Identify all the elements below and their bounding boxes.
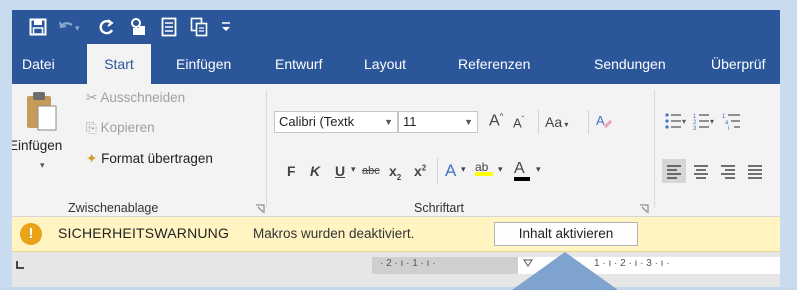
font-size-value: 11 [403, 114, 417, 129]
align-right-icon[interactable] [716, 159, 740, 188]
group-separator [654, 90, 655, 208]
paste-label: Einfügen [12, 138, 63, 153]
customize-icon[interactable] [218, 15, 234, 39]
subscript-icon: x [389, 163, 397, 179]
chevron-down-icon: ▼ [384, 117, 393, 127]
svg-text:A: A [596, 113, 605, 128]
chevron-down-icon: ▼ [464, 117, 473, 127]
superscript-button[interactable]: x2 [414, 163, 426, 179]
clear-formatting-icon[interactable]: A [595, 112, 613, 135]
font-color-button[interactable]: A [514, 160, 530, 181]
multilevel-list-icon[interactable]: 1ai [722, 112, 744, 135]
font-name-combo[interactable]: Calibri (Textk ▼ [274, 111, 398, 133]
font-color-icon: A [514, 160, 525, 177]
strikethrough-button[interactable]: abc [362, 165, 380, 177]
svg-text:▾: ▾ [75, 23, 80, 33]
svg-text:i: i [728, 126, 729, 130]
shrink-font-button[interactable]: Aˇ [513, 115, 524, 130]
italic-button[interactable]: K [310, 163, 320, 179]
svg-text:▾: ▾ [682, 117, 686, 126]
highlight-dropdown-icon[interactable]: ▾ [498, 164, 503, 175]
clipboard-launcher-icon[interactable] [255, 204, 265, 214]
ruler-left-ticks: · 2 · ı · 1 · ı · [380, 258, 436, 269]
redo-icon[interactable] [94, 15, 118, 39]
change-case-icon: Aa [545, 114, 563, 130]
text-effects-dropdown-icon[interactable]: ▾ [461, 164, 466, 175]
copy-button[interactable]: ⎘ Kopieren [86, 120, 155, 136]
copy-icon: ⎘ [86, 120, 97, 135]
ribbon: Einfügen ▾ ✂ Ausschneiden ⎘ Kopieren ✦ F… [12, 84, 780, 217]
quick-access-toolbar: ▾ [12, 10, 780, 44]
grow-font-icon: A [489, 112, 500, 130]
change-case-button[interactable]: Aa ▾ [545, 114, 568, 130]
format-painter-button[interactable]: ✦ Format übertragen [86, 151, 213, 167]
clipboard-icon [24, 90, 58, 139]
subscript-button[interactable]: x2 [389, 163, 401, 182]
copy-format-icon[interactable] [188, 15, 210, 39]
document-icon[interactable] [158, 15, 180, 39]
copy-label: Kopieren [100, 120, 155, 135]
cut-label: Ausschneiden [100, 90, 186, 105]
enable-content-button[interactable]: Inhalt aktivieren [494, 222, 638, 246]
font-group-label: Schriftart [414, 201, 465, 215]
paste-button[interactable]: Einfügen ▾ [12, 88, 74, 196]
format-painter-label: Format übertragen [101, 151, 213, 166]
bold-button[interactable]: F [287, 163, 296, 179]
font-color-dropdown-icon[interactable]: ▾ [536, 164, 541, 175]
font-name-value: Calibri (Textk [279, 114, 355, 129]
divider [437, 158, 438, 184]
undo-icon[interactable]: ▾ [56, 15, 86, 39]
font-color-bar [514, 177, 530, 181]
superscript-icon: x [414, 163, 422, 179]
tab-datei[interactable]: Datei [22, 44, 55, 84]
highlight-icon: ab [475, 160, 489, 174]
grow-font-button[interactable]: A^ [489, 112, 503, 130]
underline-dropdown-icon[interactable]: ▾ [351, 164, 356, 175]
align-center-icon[interactable] [689, 159, 713, 188]
divider [538, 110, 539, 134]
group-separator [266, 90, 267, 208]
callout-arrow-icon [512, 252, 618, 290]
svg-text:▾: ▾ [710, 117, 714, 126]
numbering-icon[interactable]: 1 2 3 ▾ [693, 112, 715, 135]
svg-text:3: 3 [693, 126, 697, 130]
tab-einfuegen[interactable]: Einfügen [176, 44, 231, 84]
security-warning-bar: ! SICHERHEITSWARNUNG Makros wurden deakt… [12, 217, 780, 252]
underline-button[interactable]: U [335, 163, 345, 179]
justify-icon[interactable] [743, 159, 767, 188]
scissors-icon: ✂ [86, 90, 98, 105]
cut-button[interactable]: ✂ Ausschneiden [86, 90, 185, 106]
highlight-button[interactable]: ab [475, 160, 493, 176]
paste-dropdown-icon[interactable]: ▾ [40, 160, 45, 171]
word-window: ▾ Datei Start Einfügen Entwurf Layout Re… [12, 10, 780, 287]
tab-layout[interactable]: Layout [364, 44, 406, 84]
tab-referenzen[interactable]: Referenzen [458, 44, 530, 84]
tab-selector-icon[interactable] [14, 258, 26, 270]
tab-start[interactable]: Start [87, 44, 151, 84]
security-warning-message: Makros wurden deaktiviert. [253, 226, 415, 241]
bullets-icon[interactable]: ▾ [664, 112, 686, 135]
text-effects-button[interactable]: A [445, 161, 456, 181]
align-left-icon[interactable] [662, 159, 686, 183]
font-launcher-icon[interactable] [639, 204, 649, 214]
divider [588, 110, 589, 134]
format-painter-icon: ✦ [86, 151, 98, 166]
security-warning-title: SICHERHEITSWARNUNG [58, 225, 230, 241]
tab-ueberpruefen[interactable]: Überprüf [711, 44, 765, 84]
save-icon[interactable] [26, 15, 50, 39]
ruler-area: · 2 · ı · 1 · ı · 1 · ı · 2 · ı · 3 · ı … [12, 252, 780, 287]
tab-sendungen[interactable]: Sendungen [594, 44, 666, 84]
touch-mode-icon[interactable] [126, 15, 150, 39]
ribbon-tabs: Datei Start Einfügen Entwurf Layout Refe… [12, 44, 780, 84]
clipboard-group-label: Zwischenablage [68, 201, 159, 215]
warning-icon: ! [20, 223, 42, 245]
font-size-combo[interactable]: 11 ▼ [398, 111, 478, 133]
tab-entwurf[interactable]: Entwurf [275, 44, 322, 84]
shrink-font-icon: A [513, 115, 522, 131]
